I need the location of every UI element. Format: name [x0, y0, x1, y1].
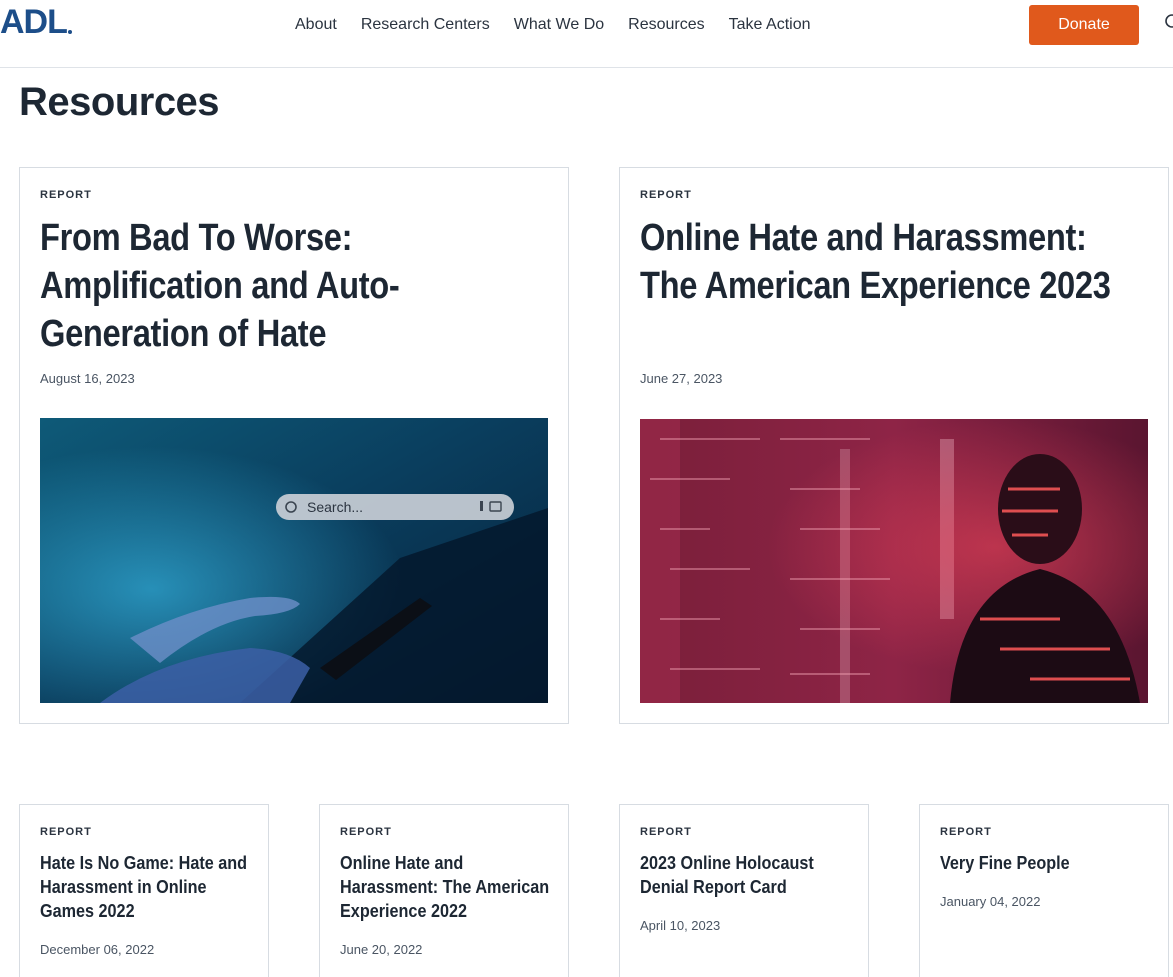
card-date: June 20, 2022 [340, 942, 423, 957]
card-date: December 06, 2022 [40, 942, 155, 957]
card-date: August 16, 2023 [40, 371, 135, 386]
card-title[interactable]: Online Hate and Harassment: The American… [340, 851, 556, 923]
donate-button[interactable]: Donate [1029, 5, 1139, 45]
main-nav: About Research Centers What We Do Resour… [295, 15, 810, 35]
card-title[interactable]: From Bad To Worse: Amplification and Aut… [40, 214, 547, 358]
card-kicker: REPORT [40, 826, 92, 838]
card-kicker: REPORT [340, 826, 392, 838]
site-header: ADL About Research Centers What We Do Re… [0, 0, 1173, 68]
nav-research-centers[interactable]: Research Centers [361, 15, 490, 35]
nav-about[interactable]: About [295, 15, 337, 35]
search-icon[interactable] [1163, 12, 1173, 32]
featured-card[interactable]: REPORT Online Hate and Harassment: The A… [619, 167, 1169, 724]
resource-card[interactable]: REPORT Online Hate and Harassment: The A… [319, 804, 569, 977]
card-title[interactable]: Online Hate and Harassment: The American… [640, 214, 1147, 310]
resource-card[interactable]: REPORT 2023 Online Holocaust Denial Repo… [619, 804, 869, 977]
card-image-phone-search[interactable]: Search... [40, 418, 548, 703]
card-image-projected-text-portrait[interactable] [640, 419, 1148, 703]
card-date: April 10, 2023 [640, 918, 721, 933]
nav-resources[interactable]: Resources [628, 15, 704, 35]
card-kicker: REPORT [640, 189, 692, 201]
featured-card[interactable]: REPORT From Bad To Worse: Amplification … [19, 167, 569, 724]
card-title[interactable]: Hate Is No Game: Hate and Harassment in … [40, 851, 256, 923]
nav-what-we-do[interactable]: What We Do [514, 15, 604, 35]
resource-card[interactable]: REPORT Hate Is No Game: Hate and Harassm… [19, 804, 269, 977]
resource-card[interactable]: REPORT Very Fine People January 04, 2022 [919, 804, 1169, 977]
adl-logo[interactable]: ADL [0, 3, 72, 41]
card-kicker: REPORT [640, 826, 692, 838]
card-title[interactable]: Very Fine People [940, 851, 1156, 875]
card-kicker: REPORT [940, 826, 992, 838]
nav-take-action[interactable]: Take Action [729, 15, 811, 35]
logo-dot [67, 30, 72, 34]
card-kicker: REPORT [40, 189, 92, 201]
card-date: January 04, 2022 [940, 894, 1041, 909]
card-date: June 27, 2023 [640, 371, 723, 386]
image-search-text: Search... [307, 499, 363, 515]
card-title[interactable]: 2023 Online Holocaust Denial Report Card [640, 851, 856, 899]
logo-text: ADL [0, 3, 68, 41]
page-title: Resources [19, 80, 220, 124]
